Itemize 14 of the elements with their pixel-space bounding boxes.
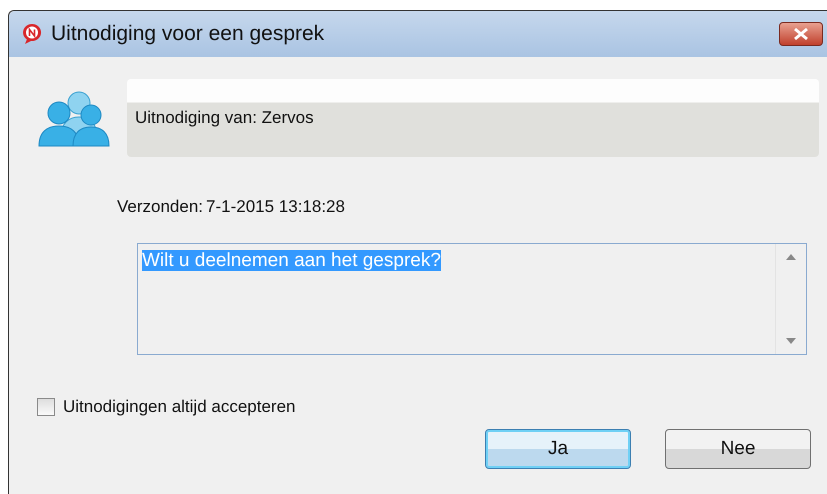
sent-time: 7-1-2015 13:18:28 [206,197,345,217]
close-icon [792,27,810,41]
close-button[interactable] [779,22,823,46]
invitation-from: Uitnodiging van: Zervos [135,108,314,128]
checkbox-label: Uitnodigingen altijd accepteren [63,397,296,417]
checkbox[interactable] [37,398,55,416]
no-button[interactable]: Nee [665,429,811,469]
message-text: Wilt u deelnemen aan het gesprek? [142,250,441,271]
app-icon [21,23,43,45]
yes-button[interactable]: Ja [485,429,631,469]
window-title: Uitnodiging voor een gesprek [51,22,326,46]
sent-label: Verzonden: [117,197,204,217]
scroll-down-icon[interactable] [786,338,796,344]
scroll-up-icon[interactable] [786,254,796,260]
